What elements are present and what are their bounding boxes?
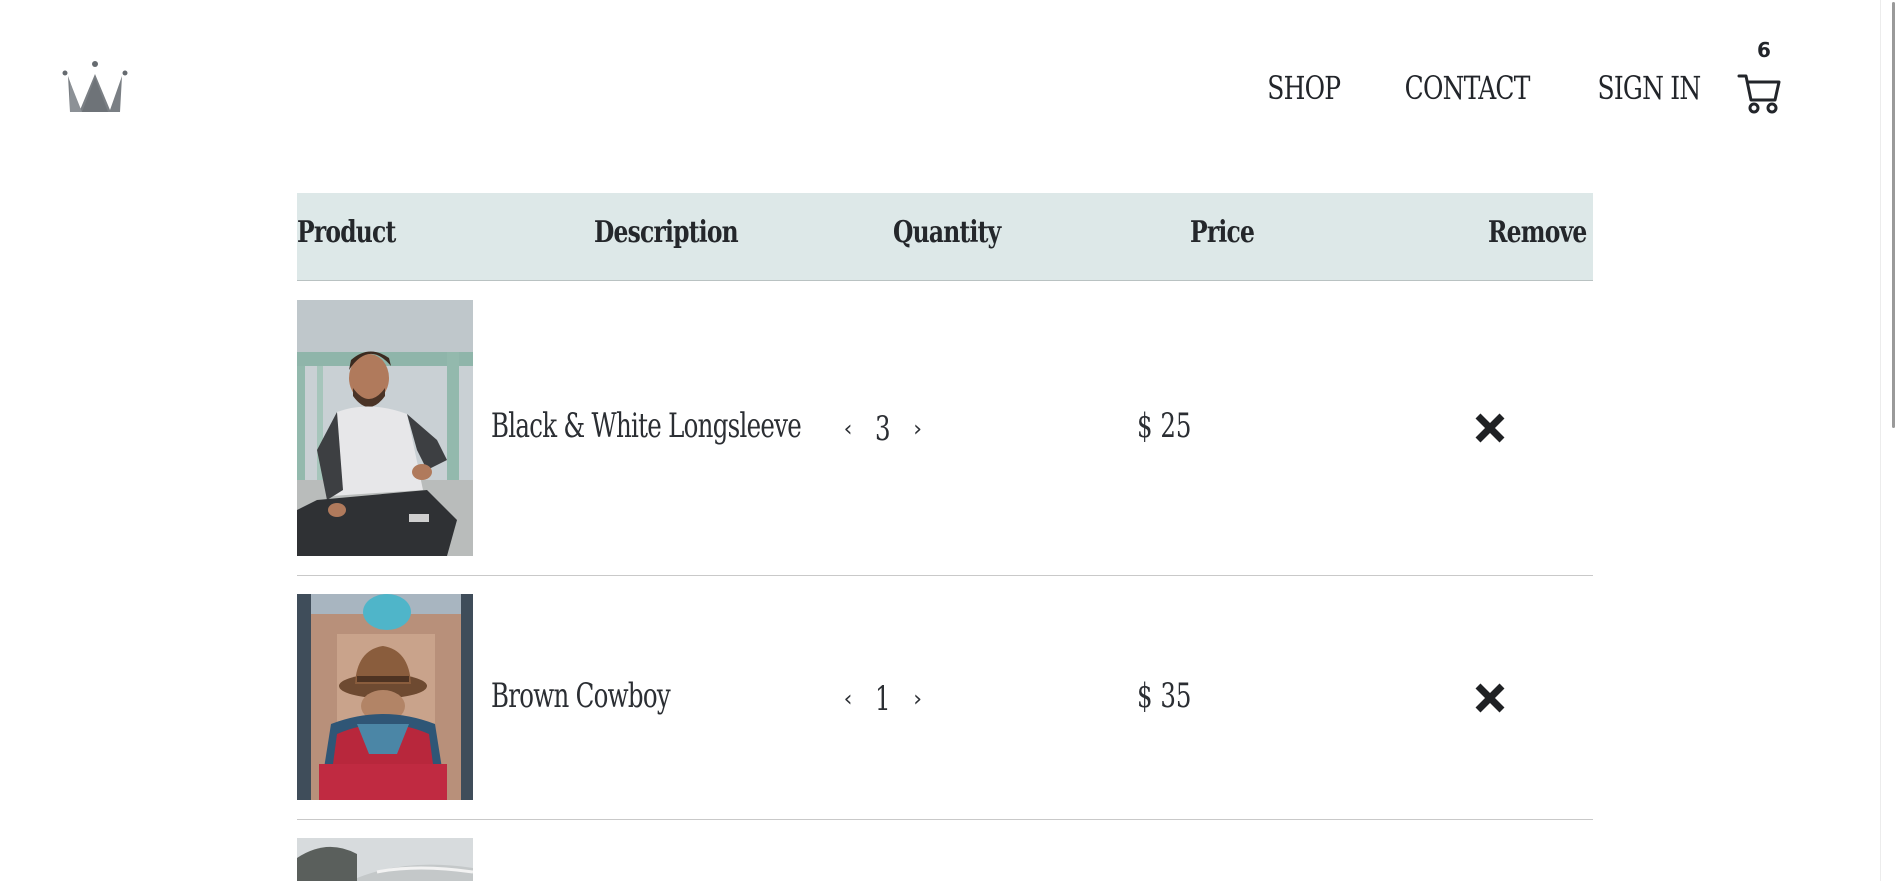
scrollbar[interactable] bbox=[1880, 0, 1897, 881]
table-row bbox=[297, 820, 1593, 881]
nav-shop-link[interactable]: SHOP bbox=[1268, 69, 1342, 107]
chevron-left-icon[interactable]: ‹ bbox=[842, 687, 854, 712]
quantity-stepper: ‹ 1 › bbox=[842, 679, 924, 719]
chevron-right-icon[interactable]: › bbox=[912, 417, 924, 442]
cart-table: Product Description Quantity Price Remov… bbox=[297, 193, 1593, 881]
table-header: Product Description Quantity Price Remov… bbox=[297, 193, 1593, 281]
cart-count-badge: 6 bbox=[1757, 38, 1771, 62]
shopping-cart-icon bbox=[1737, 74, 1781, 114]
main-nav: SHOP CONTACT SIGN IN 6 bbox=[1257, 38, 1787, 116]
chevron-right-icon[interactable]: › bbox=[912, 687, 924, 712]
product-image bbox=[297, 594, 473, 800]
product-image bbox=[297, 838, 473, 881]
quantity-value: 1 bbox=[875, 679, 891, 719]
remove-icon[interactable] bbox=[1473, 681, 1507, 715]
quantity-stepper: ‹ 3 › bbox=[842, 409, 924, 449]
header-quantity: Quantity bbox=[893, 215, 1001, 250]
crown-icon[interactable] bbox=[60, 60, 130, 120]
product-price: $ 35 bbox=[1137, 676, 1192, 716]
table-row: Brown Cowboy ‹ 1 › $ 35 bbox=[297, 576, 1593, 820]
product-description: Brown Cowboy bbox=[491, 676, 671, 716]
nav-sign-in-link[interactable]: SIGN IN bbox=[1598, 69, 1702, 107]
cart-page: SHOP CONTACT SIGN IN 6 Product Descripti… bbox=[0, 0, 1897, 881]
quantity-value: 3 bbox=[875, 409, 891, 449]
header-remove: Remove bbox=[1488, 215, 1587, 250]
nav-contact-link[interactable]: CONTACT bbox=[1404, 69, 1530, 107]
header-description: Description bbox=[594, 215, 739, 250]
table-row: Black & White Longsleeve ‹ 3 › $ 25 bbox=[297, 281, 1593, 576]
product-price: $ 25 bbox=[1137, 406, 1192, 446]
header-product: Product bbox=[297, 215, 396, 250]
header-price: Price bbox=[1190, 215, 1255, 250]
cart-button[interactable]: 6 bbox=[1737, 38, 1787, 116]
remove-icon[interactable] bbox=[1473, 411, 1507, 445]
product-description: Black & White Longsleeve bbox=[491, 406, 802, 446]
chevron-left-icon[interactable]: ‹ bbox=[842, 417, 854, 442]
scrollbar-thumb[interactable] bbox=[1892, 2, 1895, 428]
product-image bbox=[297, 300, 473, 556]
